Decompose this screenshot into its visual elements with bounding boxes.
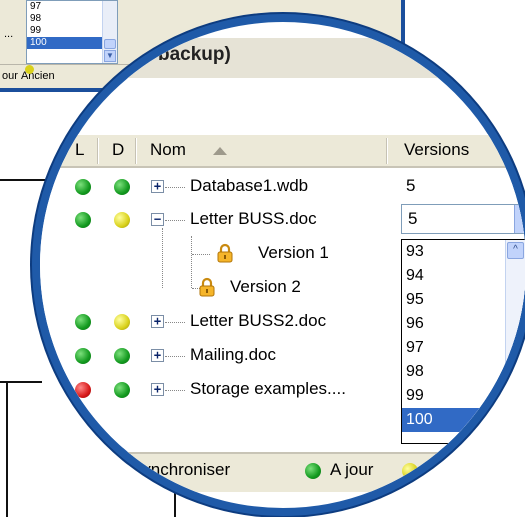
local-status-green-icon <box>75 348 91 364</box>
tree-line <box>165 390 185 391</box>
background-ellipsis: ... <box>4 28 14 40</box>
distant-status-yellow-icon <box>114 314 130 330</box>
expand-icon[interactable]: + <box>151 349 164 362</box>
lock-icon <box>217 243 233 263</box>
local-status-green-icon <box>75 314 91 330</box>
version-combo-box[interactable]: 5 ⌄ <box>401 204 525 234</box>
status-text: A <box>427 460 439 479</box>
window-title: backup) <box>158 44 231 65</box>
local-status-green-icon <box>75 212 91 228</box>
tree-line <box>192 254 210 255</box>
status-text: chier à synchroniser <box>78 460 231 479</box>
distant-status-green-icon <box>114 179 130 195</box>
green-status-dot-icon <box>305 463 321 479</box>
column-separator[interactable] <box>97 138 99 164</box>
tree-line <box>165 356 185 357</box>
table-row[interactable]: + Database1.wdb 5 <box>40 170 525 204</box>
sort-ascending-icon <box>213 147 227 155</box>
file-name[interactable]: Database1.wdb <box>190 176 308 196</box>
collapse-icon[interactable]: − <box>151 213 164 226</box>
magnifier-lens: backup) L D Nom Versions + Database1.wdb… <box>32 14 525 516</box>
column-header-versions[interactable]: Versions <box>404 140 469 160</box>
expand-icon[interactable]: + <box>151 180 164 193</box>
version-name[interactable]: Version 1 <box>258 243 329 263</box>
version-value: 5 <box>406 176 416 195</box>
callout-line <box>6 381 8 517</box>
column-header-l[interactable]: L <box>75 140 84 160</box>
column-header-d[interactable]: D <box>112 140 124 160</box>
file-name[interactable]: Mailing.doc <box>190 345 276 365</box>
file-name[interactable]: Letter BUSS.doc <box>190 209 317 229</box>
local-status-red-icon <box>75 382 91 398</box>
distant-status-yellow-icon <box>114 212 130 228</box>
combo-value: 5 <box>408 209 418 228</box>
distant-status-green-icon <box>114 348 130 364</box>
lock-icon <box>199 277 215 297</box>
local-status-green-icon <box>75 179 91 195</box>
title-bar <box>40 38 525 78</box>
version-name[interactable]: Version 2 <box>230 277 301 297</box>
yellow-status-dot-icon <box>24 65 34 74</box>
file-name[interactable]: Storage examples.... <box>190 379 346 399</box>
column-separator[interactable] <box>386 138 388 164</box>
scroll-up-arrow-icon[interactable]: ^ <box>507 242 524 259</box>
tree-line <box>165 220 185 221</box>
distant-status-green-icon <box>114 382 130 398</box>
tree-line <box>165 187 185 188</box>
file-name[interactable]: Letter BUSS2.doc <box>190 311 326 331</box>
version-dropdown-list[interactable]: 93 94 95 96 97 98 99 100 ^ <box>401 239 525 444</box>
yellow-status-dot-icon <box>402 463 418 479</box>
tree-line <box>165 322 185 323</box>
status-text: our <box>2 70 18 82</box>
column-separator[interactable] <box>135 138 137 164</box>
expand-icon[interactable]: + <box>151 383 164 396</box>
chevron-down-icon[interactable]: ⌄ <box>514 205 525 233</box>
status-text: A jour <box>330 460 374 479</box>
column-header-name[interactable]: Nom <box>150 140 186 160</box>
dropdown-scrollbar[interactable]: ^ <box>505 240 525 443</box>
magnified-window: backup) L D Nom Versions + Database1.wdb… <box>40 22 525 508</box>
expand-icon[interactable]: + <box>151 315 164 328</box>
